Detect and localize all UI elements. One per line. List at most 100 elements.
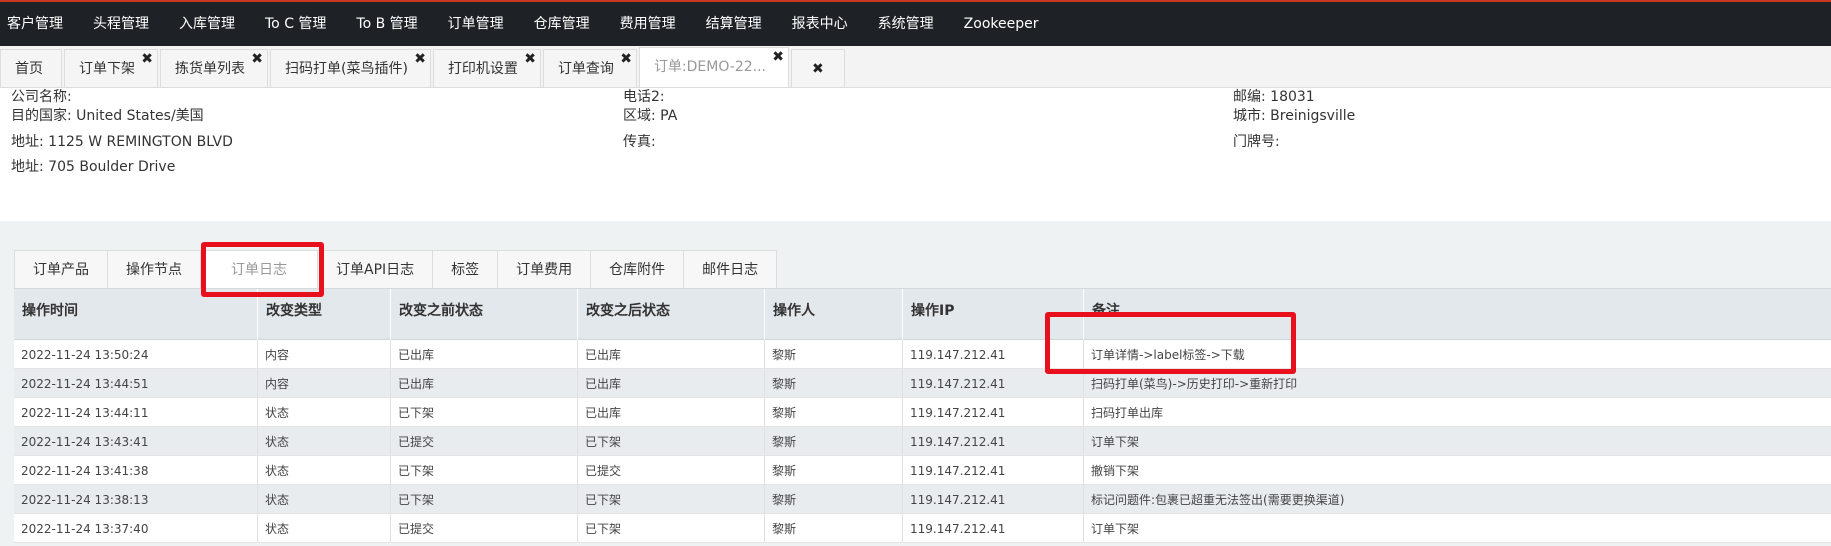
cell-operation-ip: 119.147.212.41 xyxy=(903,427,1084,455)
subtab-order-api-log[interactable]: 订单API日志 xyxy=(317,250,434,288)
col-operator[interactable]: 操作人 xyxy=(765,289,903,341)
nav-customer-management[interactable]: 客户管理 xyxy=(0,2,78,46)
cell-status-after: 已提交 xyxy=(578,456,765,484)
top-navigation: 客户管理 头程管理 入库管理 To C 管理 To B 管理 订单管理 仓库管理… xyxy=(0,0,1831,46)
subtab-email-log[interactable]: 邮件日志 xyxy=(683,250,778,288)
nav-inbound-management[interactable]: 入库管理 xyxy=(164,2,250,46)
table-row[interactable]: 2022-11-24 13:50:24 内容 已出库 已出库 黎斯 119.147.212… xyxy=(14,340,1831,369)
cell-status-before: 已下架 xyxy=(391,398,578,426)
tab-order-offshelf[interactable]: 订单下架 ✖ xyxy=(64,49,158,87)
cell-operation-time: 2022-11-24 13:43:41 xyxy=(14,427,258,455)
nav-fee-management[interactable]: 费用管理 xyxy=(605,2,691,46)
tab-label: 订单:DEMO-22... xyxy=(653,59,766,75)
close-icon[interactable]: ✖ xyxy=(141,40,153,78)
tab-scan-print[interactable]: 扫码打单(菜鸟插件) ✖ xyxy=(270,49,431,87)
cell-status-after: 已下架 xyxy=(578,427,765,455)
cell-remark: 订单下架 xyxy=(1091,522,1140,536)
cell-remark: 扫码打单出库 xyxy=(1091,406,1164,420)
order-detail-tabs: 订单产品 操作节点 订单日志 订单API日志 标签 订单费用 仓库附件 邮件日志 xyxy=(14,250,778,288)
subtab-warehouse-attachments[interactable]: 仓库附件 xyxy=(590,250,685,288)
cell-operation-ip: 119.147.212.41 xyxy=(903,369,1084,397)
address-line-2: 地址: 705 Boulder Drive xyxy=(11,159,176,175)
cell-operation-time: 2022-11-24 13:41:38 xyxy=(14,456,258,484)
tab-home[interactable]: 首页 xyxy=(0,49,62,87)
fax: 传真: xyxy=(623,134,656,150)
cell-operation-time: 2022-11-24 13:37:40 xyxy=(14,514,258,542)
table-row[interactable]: 2022-11-24 13:38:13 状态 已下架 已下架 黎斯 119.147.212… xyxy=(14,485,1831,514)
table-row[interactable]: 2022-11-24 13:44:51 内容 已出库 已出库 黎斯 119.147.212… xyxy=(14,369,1831,398)
close-icon[interactable]: ✖ xyxy=(620,40,632,78)
cell-remark: 撤销下架 xyxy=(1091,464,1140,478)
table-row[interactable]: 2022-11-24 13:41:38 状态 已下架 已提交 黎斯 119.147.212… xyxy=(14,456,1831,485)
subtab-order-products[interactable]: 订单产品 xyxy=(14,250,108,288)
order-log-table: 操作时间 改变类型 改变之前状态 改变之后状态 操作人 操作IP 备注 2022… xyxy=(14,288,1831,543)
tab-order-query[interactable]: 订单查询 ✖ xyxy=(542,49,637,87)
cell-change-type: 状态 xyxy=(258,427,391,455)
nav-settlement-management[interactable]: 结算管理 xyxy=(691,2,777,46)
cell-change-type: 状态 xyxy=(258,485,391,513)
cell-status-after: 已下架 xyxy=(578,514,765,542)
destination-country: 目的国家: United States/美国 xyxy=(11,108,204,124)
col-change-type[interactable]: 改变类型 xyxy=(258,289,391,341)
tab-picking-list[interactable]: 拣货单列表 ✖ xyxy=(160,49,268,87)
col-status-after[interactable]: 改变之后状态 xyxy=(578,289,765,341)
nav-zookeeper[interactable]: Zookeeper xyxy=(949,2,1054,46)
cell-change-type: 内容 xyxy=(258,340,391,368)
table-row[interactable]: 2022-11-24 13:37:40 状态 已提交 已下架 黎斯 119.147.212… xyxy=(14,514,1831,543)
city: 城市: Breinigsville xyxy=(1233,108,1356,124)
table-header: 操作时间 改变类型 改变之前状态 改变之后状态 操作人 操作IP 备注 xyxy=(14,288,1831,341)
cell-change-type: 状态 xyxy=(258,456,391,484)
tab-printer-settings[interactable]: 打印机设置 ✖ xyxy=(432,49,541,87)
cell-change-type: 状态 xyxy=(258,514,391,542)
table-row[interactable]: 2022-11-24 13:43:41 状态 已提交 已下架 黎斯 119.147.212… xyxy=(14,427,1831,456)
cell-operator: 黎斯 xyxy=(765,456,903,484)
cell-operation-time: 2022-11-24 13:44:11 xyxy=(14,398,258,426)
tab-label: 打印机设置 xyxy=(447,61,518,77)
cell-operator: 黎斯 xyxy=(765,369,903,397)
close-all-tabs-button[interactable]: ✖ xyxy=(791,49,845,87)
nav-system-management[interactable]: 系统管理 xyxy=(863,2,949,46)
col-remark[interactable]: 备注 xyxy=(1084,289,1831,341)
cell-operation-time: 2022-11-24 13:44:51 xyxy=(14,369,258,397)
tab-label: 订单查询 xyxy=(557,61,614,77)
tab-label: 扫码打单(菜鸟插件) xyxy=(285,61,408,77)
cell-remark: 扫码打单(菜鸟)->历史打印->重新打印 xyxy=(1091,377,1298,391)
col-operation-ip[interactable]: 操作IP xyxy=(903,289,1084,341)
subtab-order-fees[interactable]: 订单费用 xyxy=(497,250,592,288)
cell-status-before: 已提交 xyxy=(391,427,578,455)
cell-remark: 订单详情->label标签->下载 xyxy=(1091,348,1245,362)
close-icon[interactable]: ✖ xyxy=(772,38,784,76)
cell-operator: 黎斯 xyxy=(765,340,903,368)
cell-status-before: 已下架 xyxy=(391,485,578,513)
cell-status-after: 已下架 xyxy=(578,485,765,513)
subtab-labels[interactable]: 标签 xyxy=(432,250,499,288)
page-tab-strip: 首页 订单下架 ✖ 拣货单列表 ✖ 扫码打单(菜鸟插件) ✖ 打印机设置 ✖ 订… xyxy=(0,46,1831,88)
close-all-icon: ✖ xyxy=(812,61,824,77)
company-name: 公司名称: xyxy=(11,89,72,105)
close-icon[interactable]: ✖ xyxy=(414,40,426,78)
nav-toc-management[interactable]: To C 管理 xyxy=(250,2,341,46)
cell-operator: 黎斯 xyxy=(765,398,903,426)
cell-status-after: 已出库 xyxy=(578,398,765,426)
col-operation-time[interactable]: 操作时间 xyxy=(14,289,258,341)
close-icon[interactable]: ✖ xyxy=(524,40,536,78)
nav-report-center[interactable]: 报表中心 xyxy=(777,2,863,46)
cell-remark: 标记问题件:包裹已超重无法签出(需要更换渠道) xyxy=(1091,493,1345,507)
tab-order-detail[interactable]: 订单:DEMO-22... ✖ xyxy=(638,47,789,87)
door-number: 门牌号: xyxy=(1233,134,1280,150)
table-row[interactable]: 2022-11-24 13:44:11 状态 已下架 已出库 黎斯 119.147.212… xyxy=(14,398,1831,427)
cell-operator: 黎斯 xyxy=(765,485,903,513)
cell-operator: 黎斯 xyxy=(765,514,903,542)
cell-status-after: 已出库 xyxy=(578,369,765,397)
cell-operator: 黎斯 xyxy=(765,427,903,455)
col-status-before[interactable]: 改变之前状态 xyxy=(391,289,578,341)
close-icon[interactable]: ✖ xyxy=(251,40,263,78)
nav-order-management[interactable]: 订单管理 xyxy=(433,2,519,46)
region: 区域: PA xyxy=(623,108,678,124)
subtab-operation-nodes[interactable]: 操作节点 xyxy=(107,250,201,288)
cell-operation-time: 2022-11-24 13:50:24 xyxy=(14,340,258,368)
address-line-1: 地址: 1125 W REMINGTON BLVD xyxy=(11,134,233,150)
subtab-order-log[interactable]: 订单日志 xyxy=(200,250,318,288)
cell-operation-ip: 119.147.212.41 xyxy=(903,514,1084,542)
table-body: 2022-11-24 13:50:24 内容 已出库 已出库 黎斯 119.147.212… xyxy=(14,340,1831,543)
